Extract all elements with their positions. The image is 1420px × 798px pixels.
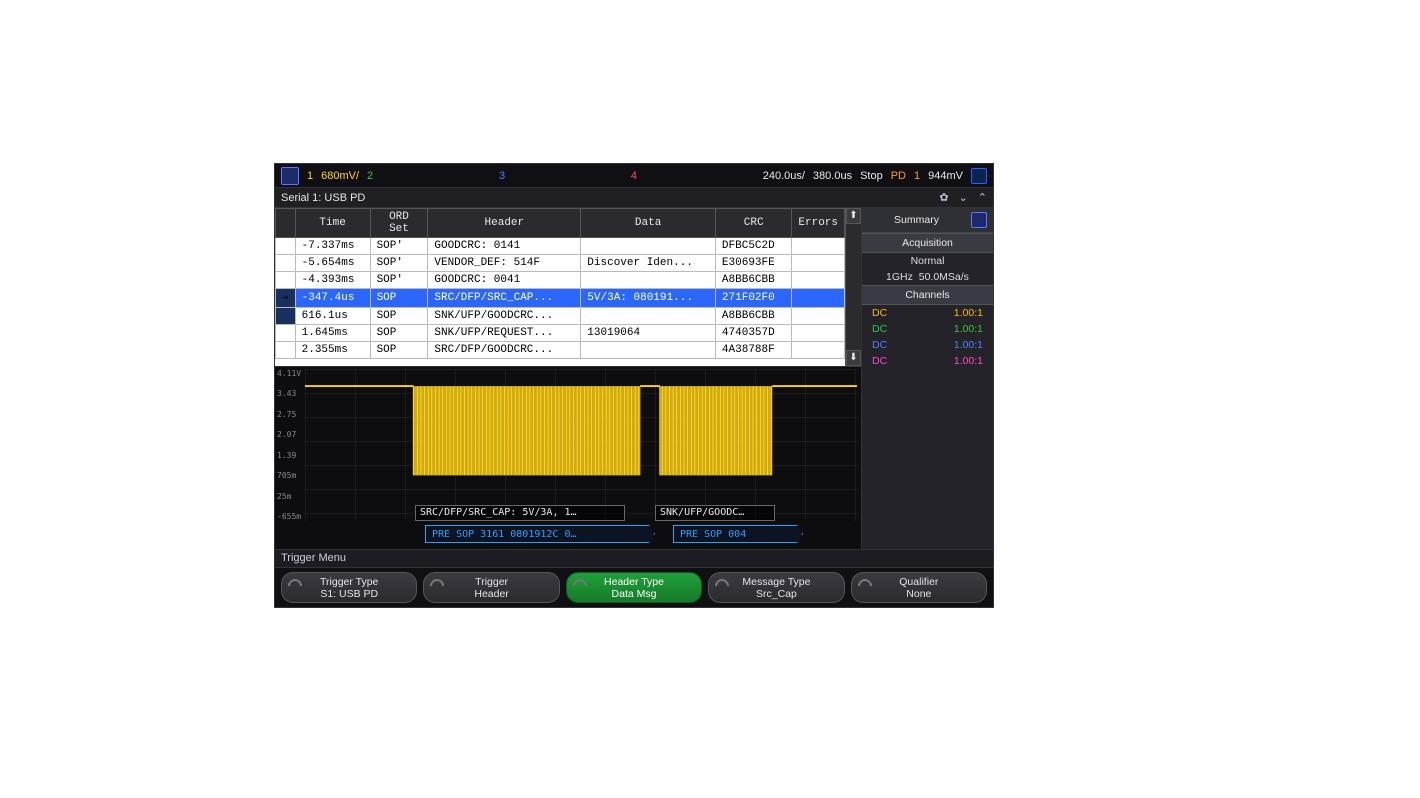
y-tick: -655m [277, 512, 301, 521]
acquisition-section[interactable]: Acquisition [862, 233, 993, 253]
timebase-value[interactable]: 240.0us/ [763, 170, 805, 182]
table-header[interactable]: Time [295, 209, 370, 238]
table-header[interactable]: Header [428, 209, 581, 238]
packet-overlay-2: SNK/UFP/GOODC… [655, 505, 775, 521]
channels-section[interactable]: Channels [862, 285, 993, 305]
table-scrollbar[interactable]: ⬆ ⬇ [845, 208, 861, 366]
y-tick: 25m [277, 492, 301, 501]
oscilloscope-screen: 1 680mV/ 2 3 4 240.0us/ 380.0us Stop PD … [274, 163, 994, 608]
left-column: TimeORD SetHeaderDataCRCErrors -7.337msS… [275, 208, 861, 549]
decode-table-area: TimeORD SetHeaderDataCRCErrors -7.337msS… [275, 208, 861, 366]
table-row[interactable]: 616.1usSOPSNK/UFP/GOODCRC...A8BB6CBB [276, 308, 845, 325]
cycle-icon [428, 576, 448, 596]
packet-decode-1[interactable]: PRE SOP 3161 0801912C 0… [425, 525, 655, 543]
menu-icon[interactable] [281, 167, 299, 185]
channel-1-number[interactable]: 1 [307, 170, 313, 182]
channel-3-number[interactable]: 3 [499, 170, 505, 182]
table-header[interactable]: Errors [792, 209, 845, 238]
gear-icon[interactable]: ✿ [939, 191, 948, 204]
table-row[interactable]: -7.337msSOP'GOODCRC: 0141DFBC5C2D [276, 238, 845, 255]
y-axis-ticks: 4.11V 3.43 2.75 2.07 1.39 705m 25m -655m [277, 369, 301, 521]
run-status[interactable]: Stop [860, 170, 883, 182]
table-row[interactable]: -5.654msSOP'VENDOR_DEF: 514FDiscover Ide… [276, 255, 845, 272]
side-panel-icon[interactable] [971, 212, 987, 228]
side-panel-header: Summary [862, 208, 993, 233]
side-panel-title: Summary [868, 214, 965, 226]
expand-up-icon[interactable]: ⌃ [978, 191, 987, 204]
delay-value[interactable]: 380.0us [813, 170, 852, 182]
trigger-button[interactable]: TriggerHeader [423, 572, 559, 603]
pd-number: 1 [914, 170, 920, 182]
settings-icon[interactable] [971, 168, 987, 184]
acquisition-mode: Normal [862, 253, 993, 269]
cycle-icon [855, 576, 875, 596]
channel-row[interactable]: DC1.00:1 [862, 305, 993, 321]
y-tick: 705m [277, 471, 301, 480]
y-tick: 4.11V [277, 369, 301, 378]
table-header[interactable]: CRC [715, 209, 791, 238]
trigger-button[interactable]: Trigger TypeS1: USB PD [281, 572, 417, 603]
waveform-area[interactable]: 4.11V 3.43 2.75 2.07 1.39 705m 25m -655m SRC/DF… [275, 366, 861, 549]
table-row[interactable]: 1.645msSOPSNK/UFP/REQUEST...130190644740… [276, 325, 845, 342]
decode-table-wrap: TimeORD SetHeaderDataCRCErrors -7.337msS… [275, 208, 845, 366]
table-header[interactable] [276, 209, 296, 238]
channel-row[interactable]: DC1.00:1 [862, 321, 993, 337]
expand-down-icon[interactable]: ⌄ [959, 191, 968, 204]
table-row[interactable]: -4.393msSOP'GOODCRC: 0041A8BB6CBB [276, 272, 845, 289]
channel-2-number[interactable]: 2 [367, 170, 373, 182]
decode-table[interactable]: TimeORD SetHeaderDataCRCErrors -7.337msS… [275, 208, 845, 359]
channel-row[interactable]: DC1.00:1 [862, 337, 993, 353]
channel-1-scale[interactable]: 680mV/ [321, 170, 359, 182]
side-panel: Summary Acquisition Normal 1GHz 50.0MSa/… [861, 208, 993, 549]
cycle-icon [712, 576, 732, 596]
y-tick: 3.43 [277, 389, 301, 398]
table-header[interactable]: Data [581, 209, 716, 238]
trigger-button[interactable]: QualifierNone [851, 572, 987, 603]
cycle-icon [285, 576, 305, 596]
table-row[interactable]: 2.355msSOPSRC/DFP/GOODCRC...4A38788F [276, 342, 845, 359]
waveform-trace [305, 369, 857, 521]
trigger-buttons: Trigger TypeS1: USB PD TriggerHeader Hea… [275, 567, 993, 607]
serial-title-bar: Serial 1: USB PD ✿ ⌄ ⌃ [275, 188, 993, 208]
packet-decode-2[interactable]: PRE SOP 004 [673, 525, 803, 543]
top-bar: 1 680mV/ 2 3 4 240.0us/ 380.0us Stop PD … [275, 164, 993, 188]
pd-value: 944mV [928, 170, 963, 182]
cycle-icon [570, 576, 590, 596]
y-tick: 2.75 [277, 410, 301, 419]
table-header[interactable]: ORD Set [370, 209, 428, 238]
trigger-button[interactable]: Header TypeData Msg [566, 572, 702, 603]
channel-row[interactable]: DC1.00:1 [862, 353, 993, 369]
y-tick: 2.07 [277, 430, 301, 439]
serial-title: Serial 1: USB PD [281, 192, 365, 204]
table-row[interactable]: -347.4usSOPSRC/DFP/SRC_CAP...5V/3A: 0801… [276, 289, 845, 308]
packet-bar: PRE SOP 3161 0801912C 0… PRE SOP 004 [305, 523, 857, 545]
scroll-down-icon[interactable]: ⬇ [846, 350, 861, 366]
y-tick: 1.39 [277, 451, 301, 460]
main-area: TimeORD SetHeaderDataCRCErrors -7.337msS… [275, 208, 993, 549]
scroll-up-icon[interactable]: ⬆ [846, 208, 861, 224]
pd-label: PD [891, 170, 906, 182]
trigger-button[interactable]: Message TypeSrc_Cap [708, 572, 844, 603]
trigger-menu-title: Trigger Menu [275, 549, 993, 567]
channel-4-number[interactable]: 4 [631, 170, 637, 182]
acquisition-rate: 1GHz 50.0MSa/s [862, 269, 993, 285]
packet-overlay-1: SRC/DFP/SRC_CAP: 5V/3A, 1… [415, 505, 625, 521]
